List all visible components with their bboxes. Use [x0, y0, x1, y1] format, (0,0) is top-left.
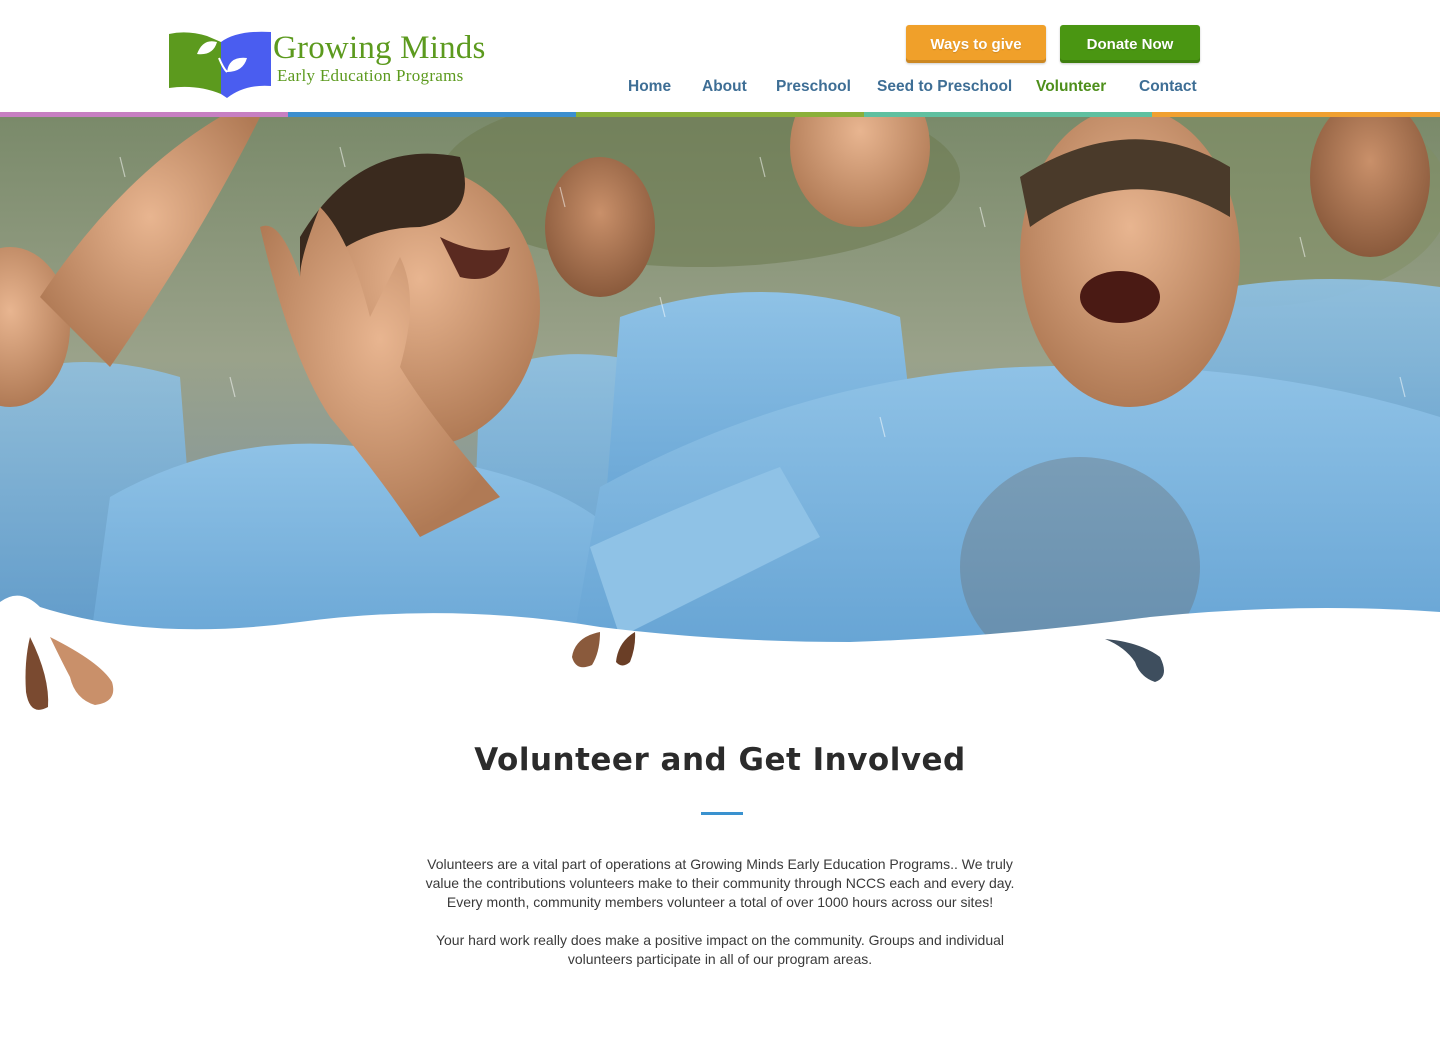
main-nav: Home About Preschool Seed to Preschool V… [0, 78, 1440, 98]
hero-image [0, 117, 1440, 717]
intro-paragraph: Volunteers are a vital part of operation… [0, 855, 1440, 912]
impact-paragraph: Your hard work really does make a positi… [0, 931, 1440, 969]
donate-now-button[interactable]: Donate Now [1060, 25, 1200, 63]
title-divider [701, 812, 743, 815]
site-header: Growing Minds Early Education Programs W… [0, 0, 1440, 112]
brand-title: Growing Minds [273, 30, 486, 66]
nav-item-home[interactable]: Home [628, 78, 671, 96]
paragraph-line: Every month, community members volunteer… [446, 894, 994, 910]
nav-item-seed-to-preschool[interactable]: Seed to Preschool [877, 78, 1012, 96]
paragraph-line: Your hard work really does make a positi… [435, 932, 1005, 948]
nav-item-volunteer[interactable]: Volunteer [1036, 78, 1106, 96]
paragraph-line: value the contributions volunteers make … [425, 875, 1015, 891]
hero-photo [0, 117, 1440, 717]
paragraph-line: Volunteers are a vital part of operation… [427, 856, 1013, 872]
paragraph-line: volunteers participate in all of our pro… [567, 951, 873, 967]
nav-item-preschool[interactable]: Preschool [776, 78, 851, 96]
page-title: Volunteer and Get Involved [474, 742, 966, 778]
nav-item-about[interactable]: About [702, 78, 747, 96]
nav-item-contact[interactable]: Contact [1139, 78, 1197, 96]
ways-to-give-button[interactable]: Ways to give [906, 25, 1046, 63]
